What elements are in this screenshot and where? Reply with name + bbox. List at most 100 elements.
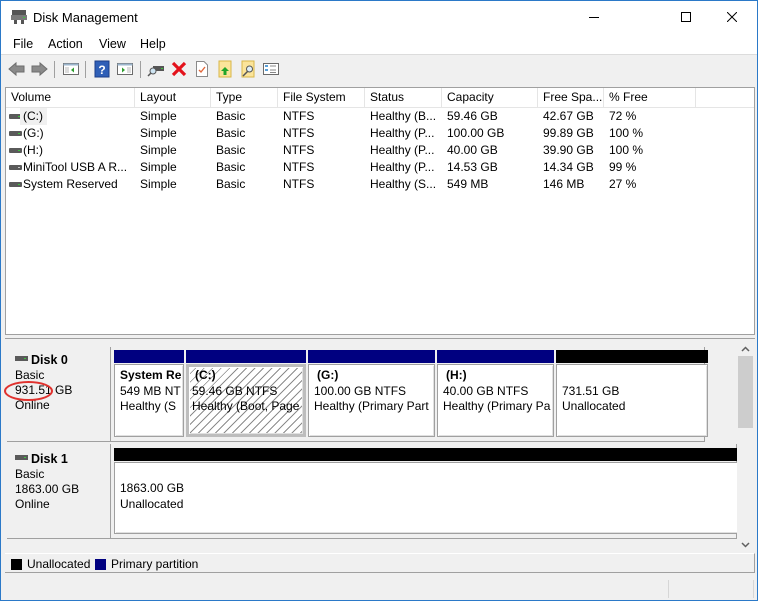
disk-management-window: Disk Management File Action View Help ? bbox=[0, 0, 758, 601]
type-cell: Basic bbox=[216, 143, 246, 157]
toolbar-separator bbox=[85, 61, 86, 78]
back-button[interactable] bbox=[8, 60, 26, 78]
volume-name: (H:) bbox=[23, 143, 43, 157]
partition-color-bar bbox=[186, 350, 306, 363]
scroll-down-icon[interactable] bbox=[741, 542, 750, 548]
column-header-file-system[interactable]: File System bbox=[278, 88, 365, 107]
table-row[interactable]: (G:) Simple Basic NTFS Healthy (P... 100.00 G… bbox=[6, 125, 754, 142]
column-header-volume[interactable]: Volume bbox=[6, 88, 135, 107]
help-button[interactable]: ? bbox=[93, 60, 111, 78]
free-space-cell: 146 MB bbox=[543, 177, 585, 191]
column-header-capacity[interactable]: Capacity bbox=[442, 88, 538, 107]
partition-body: (G:) 100.00 GB NTFS Healthy (Primary Part bbox=[308, 364, 435, 437]
close-button[interactable] bbox=[709, 1, 755, 33]
column-header-status[interactable]: Status bbox=[365, 88, 442, 107]
file-system-cell: NTFS bbox=[283, 177, 315, 191]
capacity-cell: 40.00 GB bbox=[447, 143, 498, 157]
partition-color-bar bbox=[114, 350, 184, 363]
settings-list-button[interactable] bbox=[262, 60, 280, 78]
menu-view[interactable]: View bbox=[99, 37, 126, 51]
partition-size: 731.51 GB bbox=[562, 383, 620, 398]
pane-splitter[interactable] bbox=[5, 335, 755, 339]
show-hide-console-tree-button[interactable] bbox=[62, 60, 80, 78]
legend: Unallocated Primary partition bbox=[5, 553, 755, 573]
status-cell: Healthy (P... bbox=[370, 143, 435, 157]
legend-swatch-primary bbox=[95, 559, 106, 570]
graphical-view-scrollbar[interactable] bbox=[737, 341, 754, 553]
partition-status: Healthy (S bbox=[120, 399, 177, 413]
minimize-icon bbox=[589, 17, 599, 18]
close-icon bbox=[727, 12, 737, 22]
column-header-free-space[interactable]: Free Spa... bbox=[538, 88, 604, 107]
volume-icon bbox=[9, 131, 22, 136]
type-cell: Basic bbox=[216, 160, 246, 174]
partition-name bbox=[562, 368, 707, 384]
volume-list: Volume Layout Type File System Status Ca… bbox=[5, 87, 755, 335]
partition-body: (H:) 40.00 GB NTFS Healthy (Primary Pa bbox=[437, 364, 554, 437]
table-row[interactable]: MiniTool USB A R... Simple Basic NTFS Health… bbox=[6, 159, 754, 176]
volume-name: System Reserved bbox=[23, 177, 118, 191]
menu-file[interactable]: File bbox=[13, 37, 33, 51]
partition-color-bar bbox=[556, 350, 708, 363]
show-hide-action-pane-button[interactable] bbox=[116, 60, 134, 78]
table-row[interactable]: (H:) Simple Basic NTFS Healthy (P... 40.00 GB… bbox=[6, 142, 754, 159]
column-header-percent-free[interactable]: % Free bbox=[604, 88, 696, 107]
column-header-layout[interactable]: Layout bbox=[135, 88, 211, 107]
partition-color-bar bbox=[114, 448, 739, 461]
disk-name: Disk 0 bbox=[31, 353, 68, 367]
menu-help[interactable]: Help bbox=[140, 37, 166, 51]
connect-virtual-disk-button[interactable] bbox=[147, 60, 165, 78]
disk-size-value: 1863.00 bbox=[15, 482, 59, 496]
forward-button[interactable] bbox=[30, 60, 48, 78]
disk-1-label[interactable]: Disk 1 Basic 1863.00 GB Online bbox=[7, 444, 111, 539]
percent-free-cell: 99 % bbox=[609, 160, 637, 174]
disk-size-unit: GB bbox=[61, 482, 80, 496]
table-row[interactable]: System Reserved Simple Basic NTFS Healthy (S… bbox=[6, 176, 754, 193]
volume-name: MiniTool USB A R... bbox=[23, 160, 128, 174]
volume-icon bbox=[9, 148, 22, 153]
table-row[interactable]: (C:) Simple Basic NTFS Healthy (B... 59.46 GB… bbox=[6, 108, 754, 125]
delete-button[interactable] bbox=[170, 60, 188, 78]
primary-partition[interactable]: System Re 549 MB NT Healthy (S bbox=[114, 350, 184, 437]
partition-status: Healthy (Primary Pa bbox=[443, 399, 551, 413]
toolbar-separator bbox=[54, 61, 55, 78]
partition-status: Healthy (Boot, Page bbox=[192, 399, 300, 413]
disk-status: Online bbox=[15, 497, 50, 511]
primary-partition[interactable]: (H:) 40.00 GB NTFS Healthy (Primary Pa bbox=[437, 350, 554, 437]
minimize-button[interactable] bbox=[571, 1, 617, 33]
scroll-thumb[interactable] bbox=[738, 356, 753, 428]
free-space-cell: 99.89 GB bbox=[543, 126, 594, 140]
maximize-button[interactable] bbox=[663, 1, 709, 33]
free-space-cell: 42.67 GB bbox=[543, 109, 594, 123]
partition-body: 1863.00 GB Unallocated bbox=[114, 462, 739, 534]
primary-partition[interactable]: (G:) 100.00 GB NTFS Healthy (Primary Part bbox=[308, 350, 435, 437]
disk-icon bbox=[15, 455, 28, 460]
file-system-cell: NTFS bbox=[283, 143, 315, 157]
type-cell: Basic bbox=[216, 109, 246, 123]
file-system-cell: NTFS bbox=[283, 126, 315, 140]
checkmark-page-icon bbox=[196, 61, 208, 77]
primary-partition[interactable]: (C:) 59.46 GB NTFS Healthy (Boot, Page bbox=[186, 350, 306, 437]
properties-button[interactable] bbox=[193, 60, 211, 78]
export-list-button[interactable] bbox=[216, 60, 234, 78]
percent-free-cell: 72 % bbox=[609, 109, 637, 123]
menu-action[interactable]: Action bbox=[48, 37, 83, 51]
partition-body: 731.51 GB Unallocated bbox=[556, 364, 708, 437]
type-cell: Basic bbox=[216, 177, 246, 191]
unallocated-partition[interactable]: 1863.00 GB Unallocated bbox=[114, 448, 739, 534]
partition-color-bar bbox=[308, 350, 435, 363]
unallocated-partition[interactable]: 731.51 GB Unallocated bbox=[556, 350, 708, 437]
disk-management-icon bbox=[11, 10, 27, 24]
removable-volume-icon bbox=[9, 165, 22, 170]
capacity-cell: 100.00 GB bbox=[447, 126, 505, 140]
disk-1-partitions: 1863.00 GB Unallocated bbox=[111, 444, 739, 539]
delete-x-icon bbox=[171, 61, 187, 77]
arrow-left-icon bbox=[8, 61, 25, 77]
layout-cell: Simple bbox=[140, 126, 177, 140]
column-header-type[interactable]: Type bbox=[211, 88, 278, 107]
search-button[interactable] bbox=[239, 60, 257, 78]
percent-free-cell: 27 % bbox=[609, 177, 637, 191]
scroll-up-icon[interactable] bbox=[741, 346, 750, 352]
annotation-circle bbox=[4, 381, 53, 401]
menu-bar: File Action View Help bbox=[1, 33, 757, 55]
